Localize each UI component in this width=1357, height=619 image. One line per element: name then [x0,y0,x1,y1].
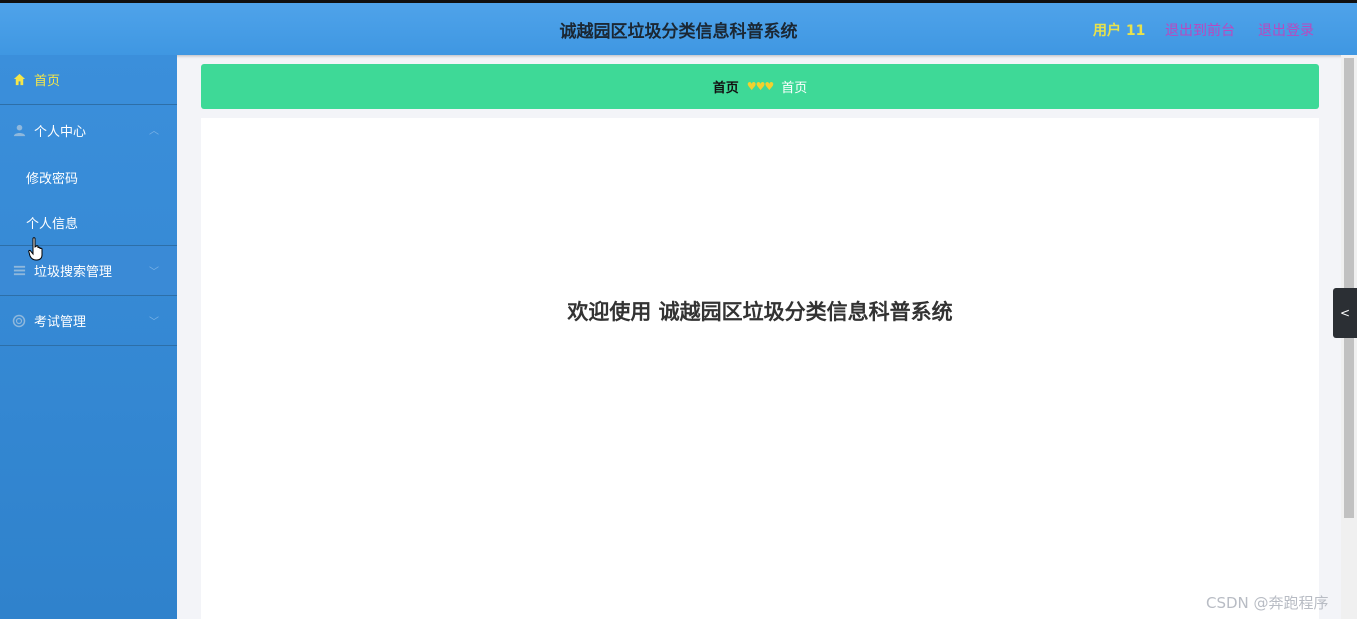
sidebar-item-personal-center[interactable]: 个人中心 ︿ [0,105,177,155]
list-icon [12,264,26,278]
sidebar-item-home[interactable]: 首页 [0,55,177,105]
sidebar: 首页 个人中心 ︿ 修改密码 个人信息 垃圾搜索管理 ﹀ 考试管理 ﹀ [0,55,177,619]
user-icon [12,123,26,137]
hand-cursor-icon [28,237,44,265]
welcome-message: 欢迎使用 诚越园区垃圾分类信息科普系统 [567,300,953,324]
top-header: 诚越园区垃圾分类信息科普系统 用户 11 退出到前台 退出登录 [0,3,1357,55]
chevron-up-icon: ︿ [149,126,159,137]
sidebar-item-label: 垃圾搜索管理 [34,265,113,280]
home-icon [12,73,26,87]
breadcrumb-current: 首页 [781,81,808,96]
app-title: 诚越园区垃圾分类信息科普系统 [559,22,798,42]
current-user-label: 用户 11 [1093,23,1146,39]
sidebar-item-label: 首页 [34,74,61,89]
sidebar-item-trash-search[interactable]: 垃圾搜索管理 ﹀ [0,246,177,296]
logout-link[interactable]: 退出登录 [1258,20,1314,40]
breadcrumb: 首页 ♥♥♥ 首页 [201,64,1319,109]
main-content-panel: 欢迎使用 诚越园区垃圾分类信息科普系统 [201,118,1319,619]
sidebar-item-label: 个人中心 [34,124,87,140]
heart-separator-icon: ♥♥♥ [746,80,775,93]
sidebar-item-label: 考试管理 [34,315,87,330]
sidebar-group-personal: 个人中心 ︿ 修改密码 个人信息 [0,105,177,246]
sidebar-subitem-change-password[interactable]: 修改密码 [0,155,177,200]
chevron-down-icon: ﹀ [149,317,159,328]
breadcrumb-home[interactable]: 首页 [713,77,739,96]
collapse-panel-button[interactable]: < [1333,288,1357,338]
sidebar-item-exam[interactable]: 考试管理 ﹀ [0,296,177,346]
chevron-left-icon: < [1339,306,1351,320]
exam-icon [12,314,26,328]
chevron-down-icon: ﹀ [149,267,159,278]
back-to-front-link[interactable]: 退出到前台 [1165,20,1235,40]
watermark: CSDN @奔跑程序 [1206,594,1329,612]
sidebar-subitem-personal-info[interactable]: 个人信息 [0,200,177,245]
